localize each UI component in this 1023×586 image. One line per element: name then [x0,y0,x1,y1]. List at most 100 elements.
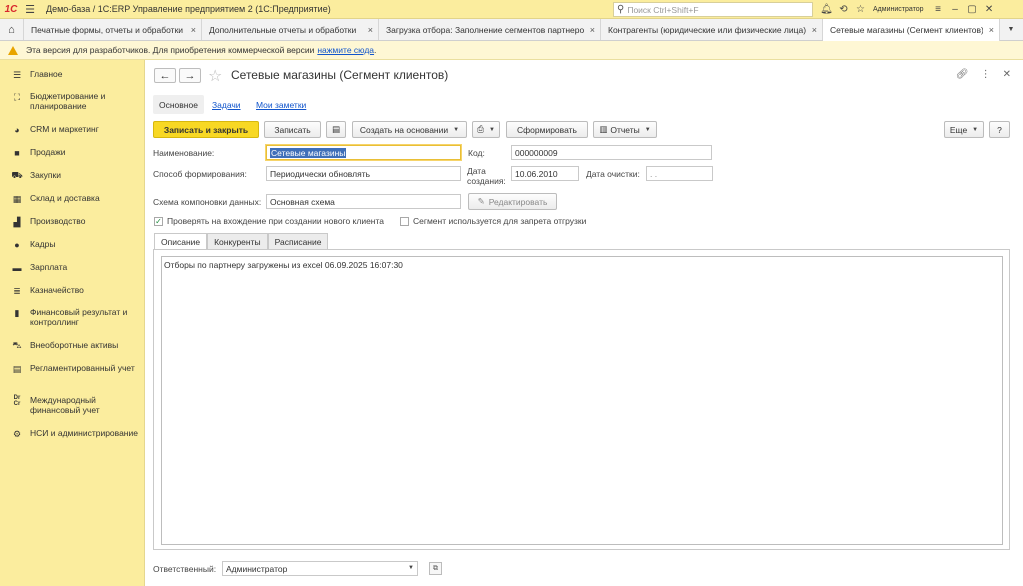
close-form-icon[interactable]: ✕ [1003,69,1011,80]
chevron-down-icon[interactable]: ▼ [408,565,414,571]
edit-icon: ✎ [477,196,485,206]
document-button[interactable]: ▤ [326,121,346,138]
window-tab-print-forms[interactable]: Печатные формы, отчеты и обработки × [24,19,202,40]
responsible-field[interactable]: Администратор ▼ [222,561,418,576]
scheme-field[interactable]: Основная схема [266,194,461,209]
developer-banner: Эта версия для разработчиков. Для приобр… [0,41,1023,60]
search-input[interactable]: ⚲ Поиск Ctrl+Shift+F [613,2,813,17]
form-area: ← → ☆ Сетевые магазины (Сегмент клиентов… [146,60,1023,586]
money-icon: ▬ [12,263,22,273]
close-icon[interactable]: ✕ [981,0,998,19]
sidebar-item-purchases[interactable]: ⛟ Закупки [0,170,145,181]
code-label: Код: [468,148,485,158]
scheme-label: Схема компоновки данных: [153,197,262,207]
minimize-icon[interactable]: – [947,0,964,19]
sidebar-item-administration[interactable]: ⚙ НСИ и администрирование [0,428,145,439]
window-tabs: ⌂ Печатные формы, отчеты и обработки × До… [0,19,1023,41]
method-label: Способ формирования: [153,169,247,179]
tab-tasks[interactable]: Задачи [206,95,247,114]
more-button[interactable]: Еще ▼ [944,121,984,138]
name-field[interactable]: Сетевые магазины [266,145,461,160]
more-vertical-icon[interactable]: ⋮ [981,69,991,80]
close-tab-icon[interactable]: × [989,25,994,35]
forward-button[interactable]: → [179,68,201,83]
chevron-down-icon: ▼ [972,126,979,133]
link-icon[interactable]: 🔗︎ [956,69,969,80]
checkbox-checked-icon: ✓ [154,216,163,226]
tab-main[interactable]: Основное [153,95,204,114]
history-icon[interactable]: ⟲ [835,0,852,19]
sidebar-item-crm[interactable]: ◕ CRM и маркетинг [0,124,145,135]
page-title: Сетевые магазины (Сегмент клиентов) [231,68,449,82]
checkbox-empty-icon [400,216,409,226]
sidebar-item-main[interactable]: ☰ Главное [0,69,145,80]
check-entry-checkbox[interactable]: ✓ Проверять на вхождение при создании но… [154,216,384,226]
name-label: Наименование: [153,148,215,158]
tab-notes[interactable]: Мои заметки [250,95,312,114]
window-tab-additional-reports[interactable]: Дополнительные отчеты и обработки × [202,19,379,40]
code-field[interactable]: 000000009 [511,145,712,160]
sidebar-item-budgeting[interactable]: ⛶ Бюджетирование и планирование [0,91,145,111]
edit-scheme-button[interactable]: ✎ Редактировать [468,193,557,210]
sidebar-item-treasury[interactable]: ≣ Казначейство [0,285,145,296]
sidebar-item-salary[interactable]: ▬ Зарплата [0,262,145,273]
close-tab-icon[interactable]: × [191,25,196,35]
chevron-down-icon: ▼ [453,126,460,133]
create-based-on-button[interactable]: Создать на основании ▼ [352,121,467,138]
tabs-dropdown-icon[interactable]: ▼ [1000,19,1022,40]
window-tab-counterparties[interactable]: Контрагенты (юридические или физические … [601,19,823,40]
print-icon: ⎙ [477,124,484,134]
car-icon: ⛍ [12,340,22,350]
sidebar-item-fixed-assets[interactable]: ⛍ Внеоборотные активы [0,340,145,351]
help-button[interactable]: ? [989,121,1010,138]
banner-link[interactable]: нажмите сюда [317,45,374,55]
generate-button[interactable]: Сформировать [506,121,588,138]
sidebar-item-warehouse[interactable]: ▦ Склад и доставка [0,193,145,204]
sidebar-item-regulated-accounting[interactable]: ▤ Регламентированный учет [0,363,145,374]
home-icon[interactable]: ⌂ [0,19,24,40]
user-name[interactable]: Администратор [873,6,924,13]
sidebar: ☰ Главное ⛶ Бюджетирование и планировани… [0,60,145,586]
gear-icon: ⚙ [12,428,22,439]
back-button[interactable]: ← [154,68,176,83]
warehouse-icon: ▦ [12,193,22,204]
pie-icon: ◕ [14,125,20,135]
tab-description[interactable]: Описание [154,233,208,250]
star-icon[interactable]: ☆ [852,0,869,19]
sidebar-item-hr[interactable]: ● Кадры [0,239,145,250]
cart-icon: ⛟ [11,170,23,180]
settings-icon[interactable]: ≡ [930,0,947,19]
bell-icon[interactable]: 🔔︎ [818,0,835,19]
sidebar-item-production[interactable]: ▟ Производство [0,216,145,227]
clear-date-field[interactable]: . . [646,166,713,181]
reports-button[interactable]: ▥ Отчеты ▼ [593,121,657,138]
close-tab-icon[interactable]: × [812,25,817,35]
clear-date-label: Дата очистки: [586,169,640,179]
created-date-field[interactable]: 10.06.2010 [511,166,579,181]
main-menu-icon[interactable]: ☰ [22,0,38,19]
created-label: Дата создания: [467,166,506,186]
open-icon: ⧉ [433,564,438,572]
save-and-close-button[interactable]: Записать и закрыть [153,121,259,138]
tab-competitors[interactable]: Конкуренты [207,233,268,250]
description-panel: Отборы по партнеру загружены из excel 06… [153,249,1010,550]
document-icon: ▤ [331,124,341,134]
window-tab-client-segment[interactable]: Сетевые магазины (Сегмент клиентов) × [823,19,1000,41]
sidebar-item-sales[interactable]: ■ Продажи [0,147,145,158]
open-responsible-button[interactable]: ⧉ [429,562,442,575]
description-textarea[interactable]: Отборы по партнеру загружены из excel 06… [161,256,1003,545]
arrow-right-icon: → [184,69,196,82]
sidebar-item-international[interactable]: Dr Cr Международный финансовый учет [0,395,145,415]
banner-text: Эта версия для разработчиков. Для приобр… [26,45,315,55]
save-button[interactable]: Записать [264,121,321,138]
favorite-star-icon[interactable]: ☆ [208,66,222,86]
method-field[interactable]: Периодически обновлять [266,166,461,181]
maximize-icon[interactable]: ▢ [964,0,981,19]
sidebar-item-financial-result[interactable]: ▮ Финансовый результат и контроллинг [0,307,145,327]
close-tab-icon[interactable]: × [590,25,595,35]
close-tab-icon[interactable]: × [368,25,373,35]
window-tab-load-filter[interactable]: Загрузка отбора: Заполнение сегментов па… [379,19,601,40]
shipment-ban-checkbox[interactable]: Сегмент используется для запрета отгрузк… [400,216,586,226]
tab-schedule[interactable]: Расписание [267,233,329,250]
print-menu-button[interactable]: ⎙ ▼ [472,121,500,138]
